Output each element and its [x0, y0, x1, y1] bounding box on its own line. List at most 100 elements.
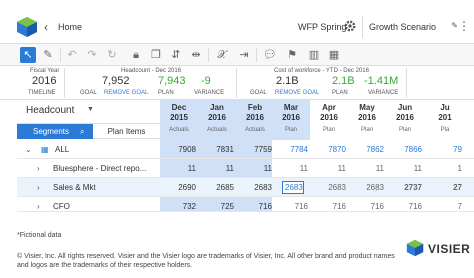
- home-link[interactable]: Home: [58, 22, 82, 32]
- timeline-label[interactable]: TIMELINE: [28, 90, 56, 96]
- columns-icon[interactable]: ▥: [306, 47, 322, 63]
- column-month: May: [359, 103, 375, 112]
- chevron-down-icon[interactable]: ⌄: [25, 145, 32, 154]
- grid-cell[interactable]: 11: [198, 164, 234, 173]
- row-label[interactable]: Sales & Mkt: [53, 183, 96, 192]
- table-row[interactable]: › CFO 732 725 716 716 716 716 716 7: [17, 197, 474, 212]
- grid-cell[interactable]: 2683: [348, 183, 384, 192]
- grid-cell[interactable]: 11: [272, 164, 308, 173]
- undo-icon[interactable]: ↶: [64, 47, 80, 63]
- headcount-goal-value: 7,952: [102, 75, 130, 87]
- back-chevron-icon[interactable]: ‹: [44, 20, 48, 34]
- table-row[interactable]: ⌄ ▦ ALL 7908 7831 7759 7784 7870 7862 7866 79: [17, 140, 474, 159]
- column-header[interactable]: Mar 2016: [272, 104, 310, 126]
- headcount-caption: Headcount - Dec 2016: [121, 68, 182, 74]
- toolbar-divider: [60, 48, 61, 62]
- lock-icon[interactable]: 🔒︎: [128, 47, 144, 63]
- column-header[interactable]: Feb 2016: [236, 104, 274, 126]
- plan-items-label: Plan Items: [107, 127, 146, 136]
- redo-icon[interactable]: ↷: [84, 47, 100, 63]
- chevron-down-icon[interactable]: ▼: [87, 106, 94, 113]
- flag-icon[interactable]: ⚑: [284, 47, 300, 63]
- column-year: 2015: [170, 113, 188, 122]
- fiscal-year-value[interactable]: 2016: [32, 75, 56, 87]
- toolbar-divider: [256, 48, 257, 62]
- grid-cell[interactable]: 7831: [198, 145, 234, 154]
- row-label[interactable]: CFO: [53, 202, 70, 211]
- copyright-notice: © Visier, Inc. All rights reserved. Visi…: [17, 253, 395, 269]
- grid-cell[interactable]: 716: [386, 202, 422, 211]
- grid-cell[interactable]: 716: [236, 202, 272, 211]
- workspace-name[interactable]: WFP Spring: [298, 22, 346, 32]
- chevron-right-icon[interactable]: ›: [37, 202, 40, 211]
- measure-title[interactable]: Headcount: [26, 105, 74, 116]
- cost-plan-value: 2.1B: [332, 75, 355, 87]
- comment-icon[interactable]: 💬︎: [262, 47, 278, 63]
- visier-app-logo-icon[interactable]: [16, 16, 38, 38]
- grid-cell[interactable]: 716: [310, 202, 346, 211]
- chevron-right-icon[interactable]: ›: [37, 183, 40, 192]
- grid-cell[interactable]: 11: [348, 164, 384, 173]
- plan-items-tab[interactable]: Plan Items: [93, 124, 160, 139]
- edit-pencil-icon[interactable]: ✎: [451, 21, 458, 30]
- grid-cell[interactable]: 7908: [160, 145, 196, 154]
- headcount-remove-goal-link[interactable]: REMOVE GOAL: [104, 90, 148, 96]
- table-row[interactable]: › Sales & Mkt 2690 2685 2683 2683 2683 2683 2737…: [17, 178, 474, 197]
- grid-cell[interactable]: 7862: [348, 145, 384, 154]
- column-header[interactable]: Jan 2016: [198, 104, 236, 126]
- cost-remove-goal-link[interactable]: REMOVE GOAL: [275, 90, 319, 96]
- row-label[interactable]: ALL: [55, 145, 69, 154]
- more-menu-icon[interactable]: ⋮: [458, 19, 470, 33]
- grid-cell[interactable]: 79: [426, 145, 462, 154]
- grid-cell[interactable]: 11: [236, 164, 272, 173]
- column-header[interactable]: Dec 2015: [160, 104, 198, 126]
- grid-cell[interactable]: 27: [426, 183, 462, 192]
- column-month: Mar: [283, 103, 299, 112]
- grid-cell[interactable]: 2683: [236, 183, 272, 192]
- search-icon[interactable]: ⌕: [80, 127, 84, 137]
- scenario-selector[interactable]: Growth Scenario ✎: [362, 16, 458, 38]
- row-label[interactable]: Bluesphere - Direct repo...: [53, 164, 146, 173]
- grid-cell[interactable]: 7784: [272, 145, 308, 154]
- grid-cell[interactable]: 2683: [282, 181, 304, 194]
- column-year: 2016: [282, 113, 300, 122]
- grid-cell[interactable]: 7: [426, 202, 462, 211]
- cost-caption: Cost of workforce - YTD - Dec 2016: [274, 68, 369, 74]
- formula-icon[interactable]: 𝒳: [214, 47, 230, 63]
- grid-cell[interactable]: 2690: [160, 183, 196, 192]
- column-month: Apr: [322, 103, 336, 112]
- chevron-right-icon[interactable]: ›: [37, 164, 40, 173]
- grid-cell[interactable]: 732: [160, 202, 196, 211]
- column-header[interactable]: Jun 2016: [386, 104, 424, 126]
- edit-tool-icon[interactable]: ✎: [40, 47, 56, 63]
- column-header[interactable]: May 2016: [348, 104, 386, 126]
- select-tool-icon[interactable]: ↖: [20, 47, 36, 63]
- grid-icon[interactable]: ▦: [326, 47, 342, 63]
- column-header[interactable]: Ju 201: [426, 104, 464, 126]
- grid-cell[interactable]: 2737: [386, 183, 422, 192]
- adjust-icon[interactable]: ⇹: [188, 47, 204, 63]
- refresh-icon[interactable]: ↻: [104, 47, 120, 63]
- grid-cell[interactable]: 1: [426, 164, 462, 173]
- column-year: 2016: [208, 113, 226, 122]
- grid-cell[interactable]: 7759: [236, 145, 272, 154]
- visier-logo-icon: [406, 239, 424, 257]
- headcount-variance-value: -9: [201, 75, 211, 87]
- column-year: 2016: [396, 113, 414, 122]
- split-icon[interactable]: ⇵: [168, 47, 184, 63]
- grid-cell[interactable]: 7866: [386, 145, 422, 154]
- grid-cell[interactable]: 2683: [310, 183, 346, 192]
- grid-cell[interactable]: 725: [198, 202, 234, 211]
- grid-cell[interactable]: 11: [310, 164, 346, 173]
- table-row[interactable]: › Bluesphere - Direct repo... 11 11 11 11 11 11…: [17, 159, 474, 178]
- export-icon[interactable]: ⇥: [236, 47, 252, 63]
- gear-icon[interactable]: [343, 19, 357, 33]
- column-header[interactable]: Apr 2016: [310, 104, 348, 126]
- grid-cell[interactable]: 2685: [198, 183, 234, 192]
- grid-cell[interactable]: 11: [386, 164, 422, 173]
- grid-cell[interactable]: 11: [160, 164, 196, 173]
- grid-cell[interactable]: 716: [348, 202, 384, 211]
- grid-cell[interactable]: 7870: [310, 145, 346, 154]
- grid-cell[interactable]: 716: [272, 202, 308, 211]
- copy-icon[interactable]: ❐: [148, 47, 164, 63]
